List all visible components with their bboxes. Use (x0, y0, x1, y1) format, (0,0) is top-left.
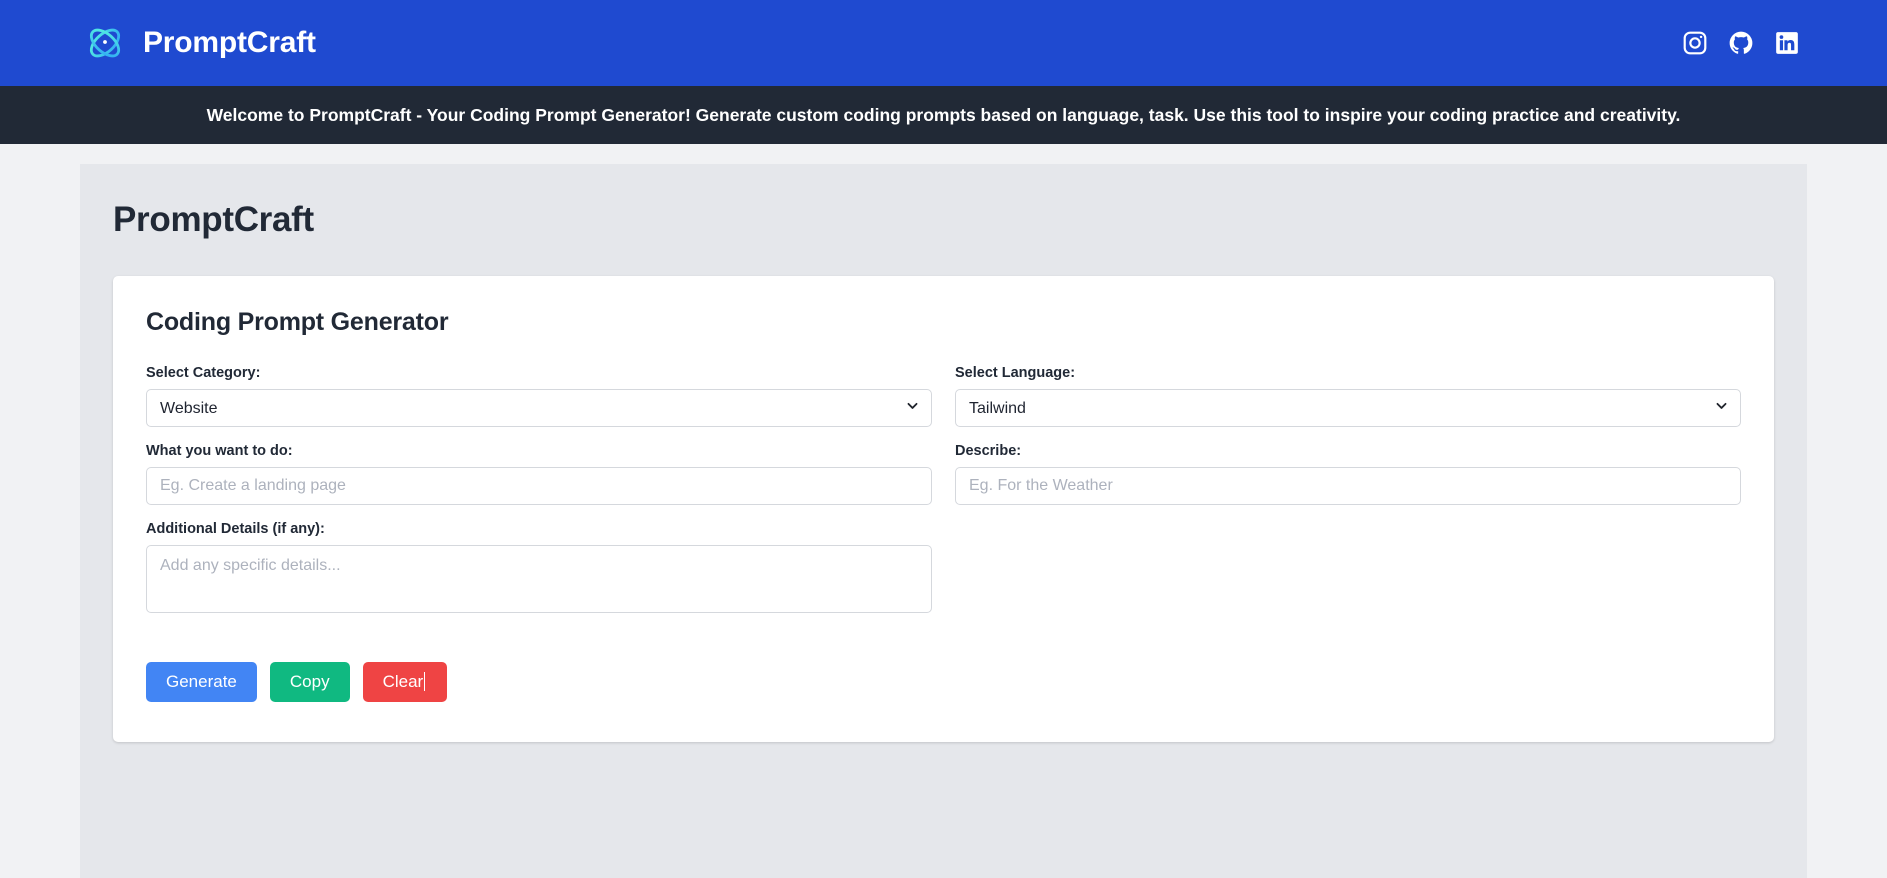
text-cursor (424, 672, 426, 691)
task-input[interactable] (146, 467, 932, 505)
category-select-wrap: Website (146, 389, 932, 427)
details-textarea[interactable] (146, 545, 932, 613)
field-language: Select Language: Tailwind (955, 365, 1741, 427)
field-describe: Describe: (955, 443, 1741, 505)
language-select[interactable]: Tailwind (955, 389, 1741, 427)
field-task: What you want to do: (146, 443, 932, 505)
github-icon[interactable] (1728, 30, 1754, 56)
category-label: Select Category: (146, 365, 261, 381)
generate-button[interactable]: Generate (146, 662, 257, 703)
language-label: Select Language: (955, 365, 1076, 381)
describe-label: Describe: (955, 443, 1022, 459)
describe-input[interactable] (955, 467, 1741, 505)
copy-button[interactable]: Copy (269, 662, 350, 703)
field-details: Additional Details (if any): (146, 521, 932, 618)
brand[interactable]: PromptCraft (85, 23, 316, 63)
welcome-banner: Welcome to PromptCraft - Your Coding Pro… (0, 86, 1887, 144)
button-row: Generate Copy Clear (146, 662, 1741, 703)
card-title: Coding Prompt Generator (146, 308, 449, 336)
clear-button[interactable]: Clear (362, 662, 448, 703)
category-select[interactable]: Website (146, 389, 932, 427)
top-navbar: PromptCraft (0, 0, 1887, 86)
generator-card: Coding Prompt Generator Select Category:… (113, 276, 1774, 743)
form-grid: Select Category: Website Select Language… (146, 365, 1741, 634)
page-title: PromptCraft (113, 200, 314, 239)
clear-button-label: Clear (382, 672, 424, 691)
details-label: Additional Details (if any): (146, 521, 325, 537)
page-wrap: PromptCraft Coding Prompt Generator Sele… (0, 164, 1887, 878)
task-label: What you want to do: (146, 443, 293, 459)
welcome-banner-text: Welcome to PromptCraft - Your Coding Pro… (206, 104, 1681, 125)
field-category: Select Category: Website (146, 365, 932, 427)
content-container: PromptCraft Coding Prompt Generator Sele… (80, 164, 1807, 878)
language-select-wrap: Tailwind (955, 389, 1741, 427)
linkedin-icon[interactable] (1774, 30, 1800, 56)
social-links (1682, 30, 1852, 56)
brand-name: PromptCraft (143, 26, 316, 59)
instagram-icon[interactable] (1682, 30, 1708, 56)
atom-logo-icon (85, 23, 125, 63)
